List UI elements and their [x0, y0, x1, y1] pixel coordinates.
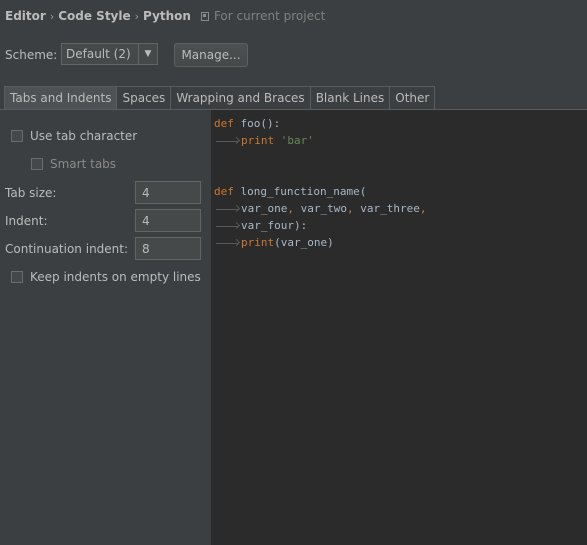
dropdown-arrow-icon[interactable]: ▼ — [138, 44, 157, 64]
chevron-right-icon: › — [49, 9, 55, 23]
scheme-value: Default (2) — [66, 47, 131, 61]
tab-spaces[interactable]: Spaces — [117, 86, 172, 110]
scheme-dropdown[interactable]: Default (2) ▼ — [61, 43, 158, 65]
keep-indents-option[interactable]: Keep indents on empty lines — [11, 270, 201, 284]
manage-button-label: Manage... — [181, 48, 241, 62]
code-line-4: def long_function_name( — [214, 183, 366, 200]
code-keyword: print — [241, 134, 275, 147]
code-line-5: var_one, var_two, var_three, — [214, 200, 426, 217]
tab-arrow-icon — [214, 234, 241, 251]
indent-label: Indent: — [5, 214, 48, 228]
scheme-label: Scheme: — [5, 48, 58, 62]
continuation-indent-input[interactable]: 8 — [135, 237, 201, 260]
breadcrumb: Editor › Code Style › Python For current… — [5, 8, 325, 24]
code-param: var_two — [300, 202, 347, 215]
code-preview[interactable]: def foo(): print 'bar' def long_function… — [212, 110, 587, 545]
code-line-7: print(var_one) — [214, 234, 334, 251]
code-text: long_function_name( — [233, 185, 367, 198]
code-param: var_four — [241, 219, 294, 232]
code-text: ): — [293, 219, 308, 232]
smart-tabs-option[interactable]: Smart tabs — [31, 157, 116, 171]
keep-indents-label: Keep indents on empty lines — [30, 270, 201, 284]
code-text: (var_one) — [274, 236, 334, 249]
code-string: 'bar' — [280, 134, 314, 147]
smart-tabs-checkbox[interactable] — [31, 158, 43, 170]
code-line-2: print 'bar' — [214, 132, 314, 149]
tab-other[interactable]: Other — [390, 86, 436, 110]
scope-note: For current project — [213, 9, 326, 23]
chevron-right-icon: › — [134, 9, 140, 23]
code-keyword: def — [214, 117, 234, 130]
tab-tabs-and-indents[interactable]: Tabs and Indents — [4, 86, 118, 110]
breadcrumb-code-style[interactable]: Code Style — [58, 9, 130, 23]
options-panel — [0, 110, 211, 545]
tab-wrapping-and-braces[interactable]: Wrapping and Braces — [171, 86, 311, 110]
code-param: var_three — [360, 202, 420, 215]
settings-tabs: Tabs and Indents Spaces Wrapping and Bra… — [4, 86, 436, 110]
tab-size-label: Tab size: — [5, 186, 57, 200]
breadcrumb-editor[interactable]: Editor — [5, 9, 46, 23]
project-icon — [200, 11, 209, 21]
code-text: foo(): — [233, 117, 281, 130]
tab-arrow-icon — [214, 200, 241, 217]
use-tab-character-label: Use tab character — [30, 129, 138, 143]
indent-input[interactable]: 4 — [135, 209, 201, 232]
tab-blank-lines[interactable]: Blank Lines — [310, 86, 391, 110]
code-line-1: def foo(): — [214, 115, 280, 132]
manage-button[interactable]: Manage... — [174, 43, 248, 67]
tab-arrow-icon — [214, 132, 241, 149]
smart-tabs-label: Smart tabs — [50, 157, 117, 171]
code-keyword: def — [214, 185, 234, 198]
use-tab-character-option[interactable]: Use tab character — [11, 129, 137, 143]
breadcrumb-python: Python — [143, 9, 191, 23]
tab-size-input[interactable]: 4 — [135, 181, 201, 204]
code-keyword: print — [241, 236, 275, 249]
use-tab-character-checkbox[interactable] — [11, 130, 23, 142]
code-param: var_one — [241, 202, 288, 215]
continuation-indent-label: Continuation indent: — [5, 242, 129, 256]
code-line-6: var_four): — [214, 217, 307, 234]
keep-indents-checkbox[interactable] — [11, 271, 23, 283]
tab-arrow-icon — [214, 217, 241, 234]
